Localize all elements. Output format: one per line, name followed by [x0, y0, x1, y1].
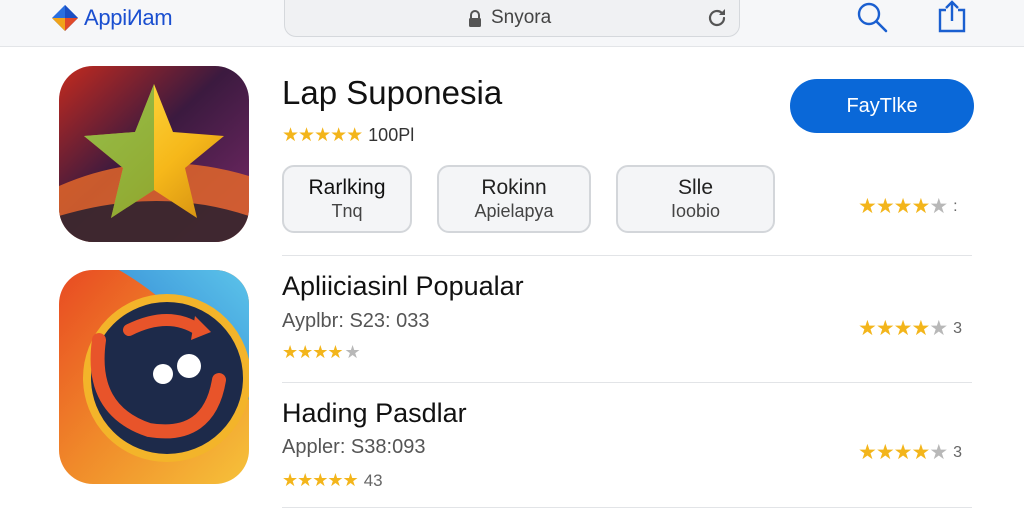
list-item-side-rating: ★★★★ ★ 3 [858, 316, 962, 341]
rating-stars-empty: ★ [929, 317, 948, 340]
chip-subtitle: Ioobio [670, 201, 721, 221]
chip-subtitle: Tnq [331, 201, 363, 221]
rating-stars-empty: ★ [929, 195, 948, 218]
swirl-app-icon [59, 270, 249, 484]
star-app-icon [59, 66, 249, 242]
rating-stars-filled: ★★★★★ [282, 470, 359, 490]
rating-count: 100Pl [368, 125, 415, 145]
rating-stars-filled: ★★★★ [858, 441, 930, 464]
brand-logo-icon [52, 5, 78, 31]
rating-stars-filled: ★★★★ [282, 342, 344, 362]
chip-title: Slle [677, 176, 714, 199]
list-item-side-rating: ★★★★ ★ 3 [858, 440, 962, 465]
rating-stars-empty: ★ [929, 441, 948, 464]
search-icon[interactable] [855, 0, 889, 36]
featured-rating: ★★★★★ 100Pl [282, 124, 414, 147]
list-item-title[interactable]: Apliiciasinl Popualar [282, 271, 524, 302]
rating-stars-filled: ★★★★ [858, 317, 930, 340]
chip-title: Rokinn [481, 176, 547, 199]
divider [282, 255, 972, 256]
rating-count: : [953, 197, 958, 215]
featured-side-rating: ★★★★ ★ : [858, 194, 958, 219]
reload-icon[interactable] [705, 6, 729, 30]
top-bar: AppiИam Snyora [0, 0, 1024, 47]
chip-size[interactable]: Slle Ioobio [616, 165, 775, 233]
address-bar[interactable]: Snyora [284, 0, 740, 37]
list-item-price: Appler: S38:093 [282, 436, 426, 458]
chip-ranking[interactable]: Rarlking Tnq [282, 165, 412, 233]
featured-app-icon[interactable] [59, 66, 249, 242]
rating-stars: ★★★★★ [282, 125, 363, 146]
rating-count: 3 [953, 319, 963, 337]
app-title: Lap Suponesia [282, 74, 503, 111]
divider [282, 382, 972, 383]
divider [282, 507, 972, 508]
chip-subtitle: Apielapya [474, 201, 554, 221]
list-item-stars: ★★★★ ★ [282, 342, 364, 363]
rating-stars-filled: ★★★★ [858, 195, 930, 218]
brand[interactable]: AppiИam [50, 3, 173, 33]
list-item-stars: ★★★★★ 43 [282, 470, 383, 491]
brand-name: AppiИam [84, 5, 173, 30]
chip-category[interactable]: Rokinn Apielapya [437, 165, 591, 233]
rating-stars-empty: ★ [344, 342, 361, 362]
lock-icon [469, 10, 481, 27]
rating-count: 43 [363, 470, 383, 490]
chip-title: Rarlking [308, 176, 386, 199]
rating-count: 3 [953, 443, 963, 461]
list-item-price: Ayplbr: S23: 033 [282, 310, 430, 332]
get-button[interactable]: FayTlke [790, 79, 974, 133]
list-item-title[interactable]: Hading Pasdlar [282, 398, 467, 429]
url-text: Snyora [491, 7, 552, 28]
list-app-icon[interactable] [59, 270, 249, 484]
share-icon[interactable] [936, 0, 968, 34]
